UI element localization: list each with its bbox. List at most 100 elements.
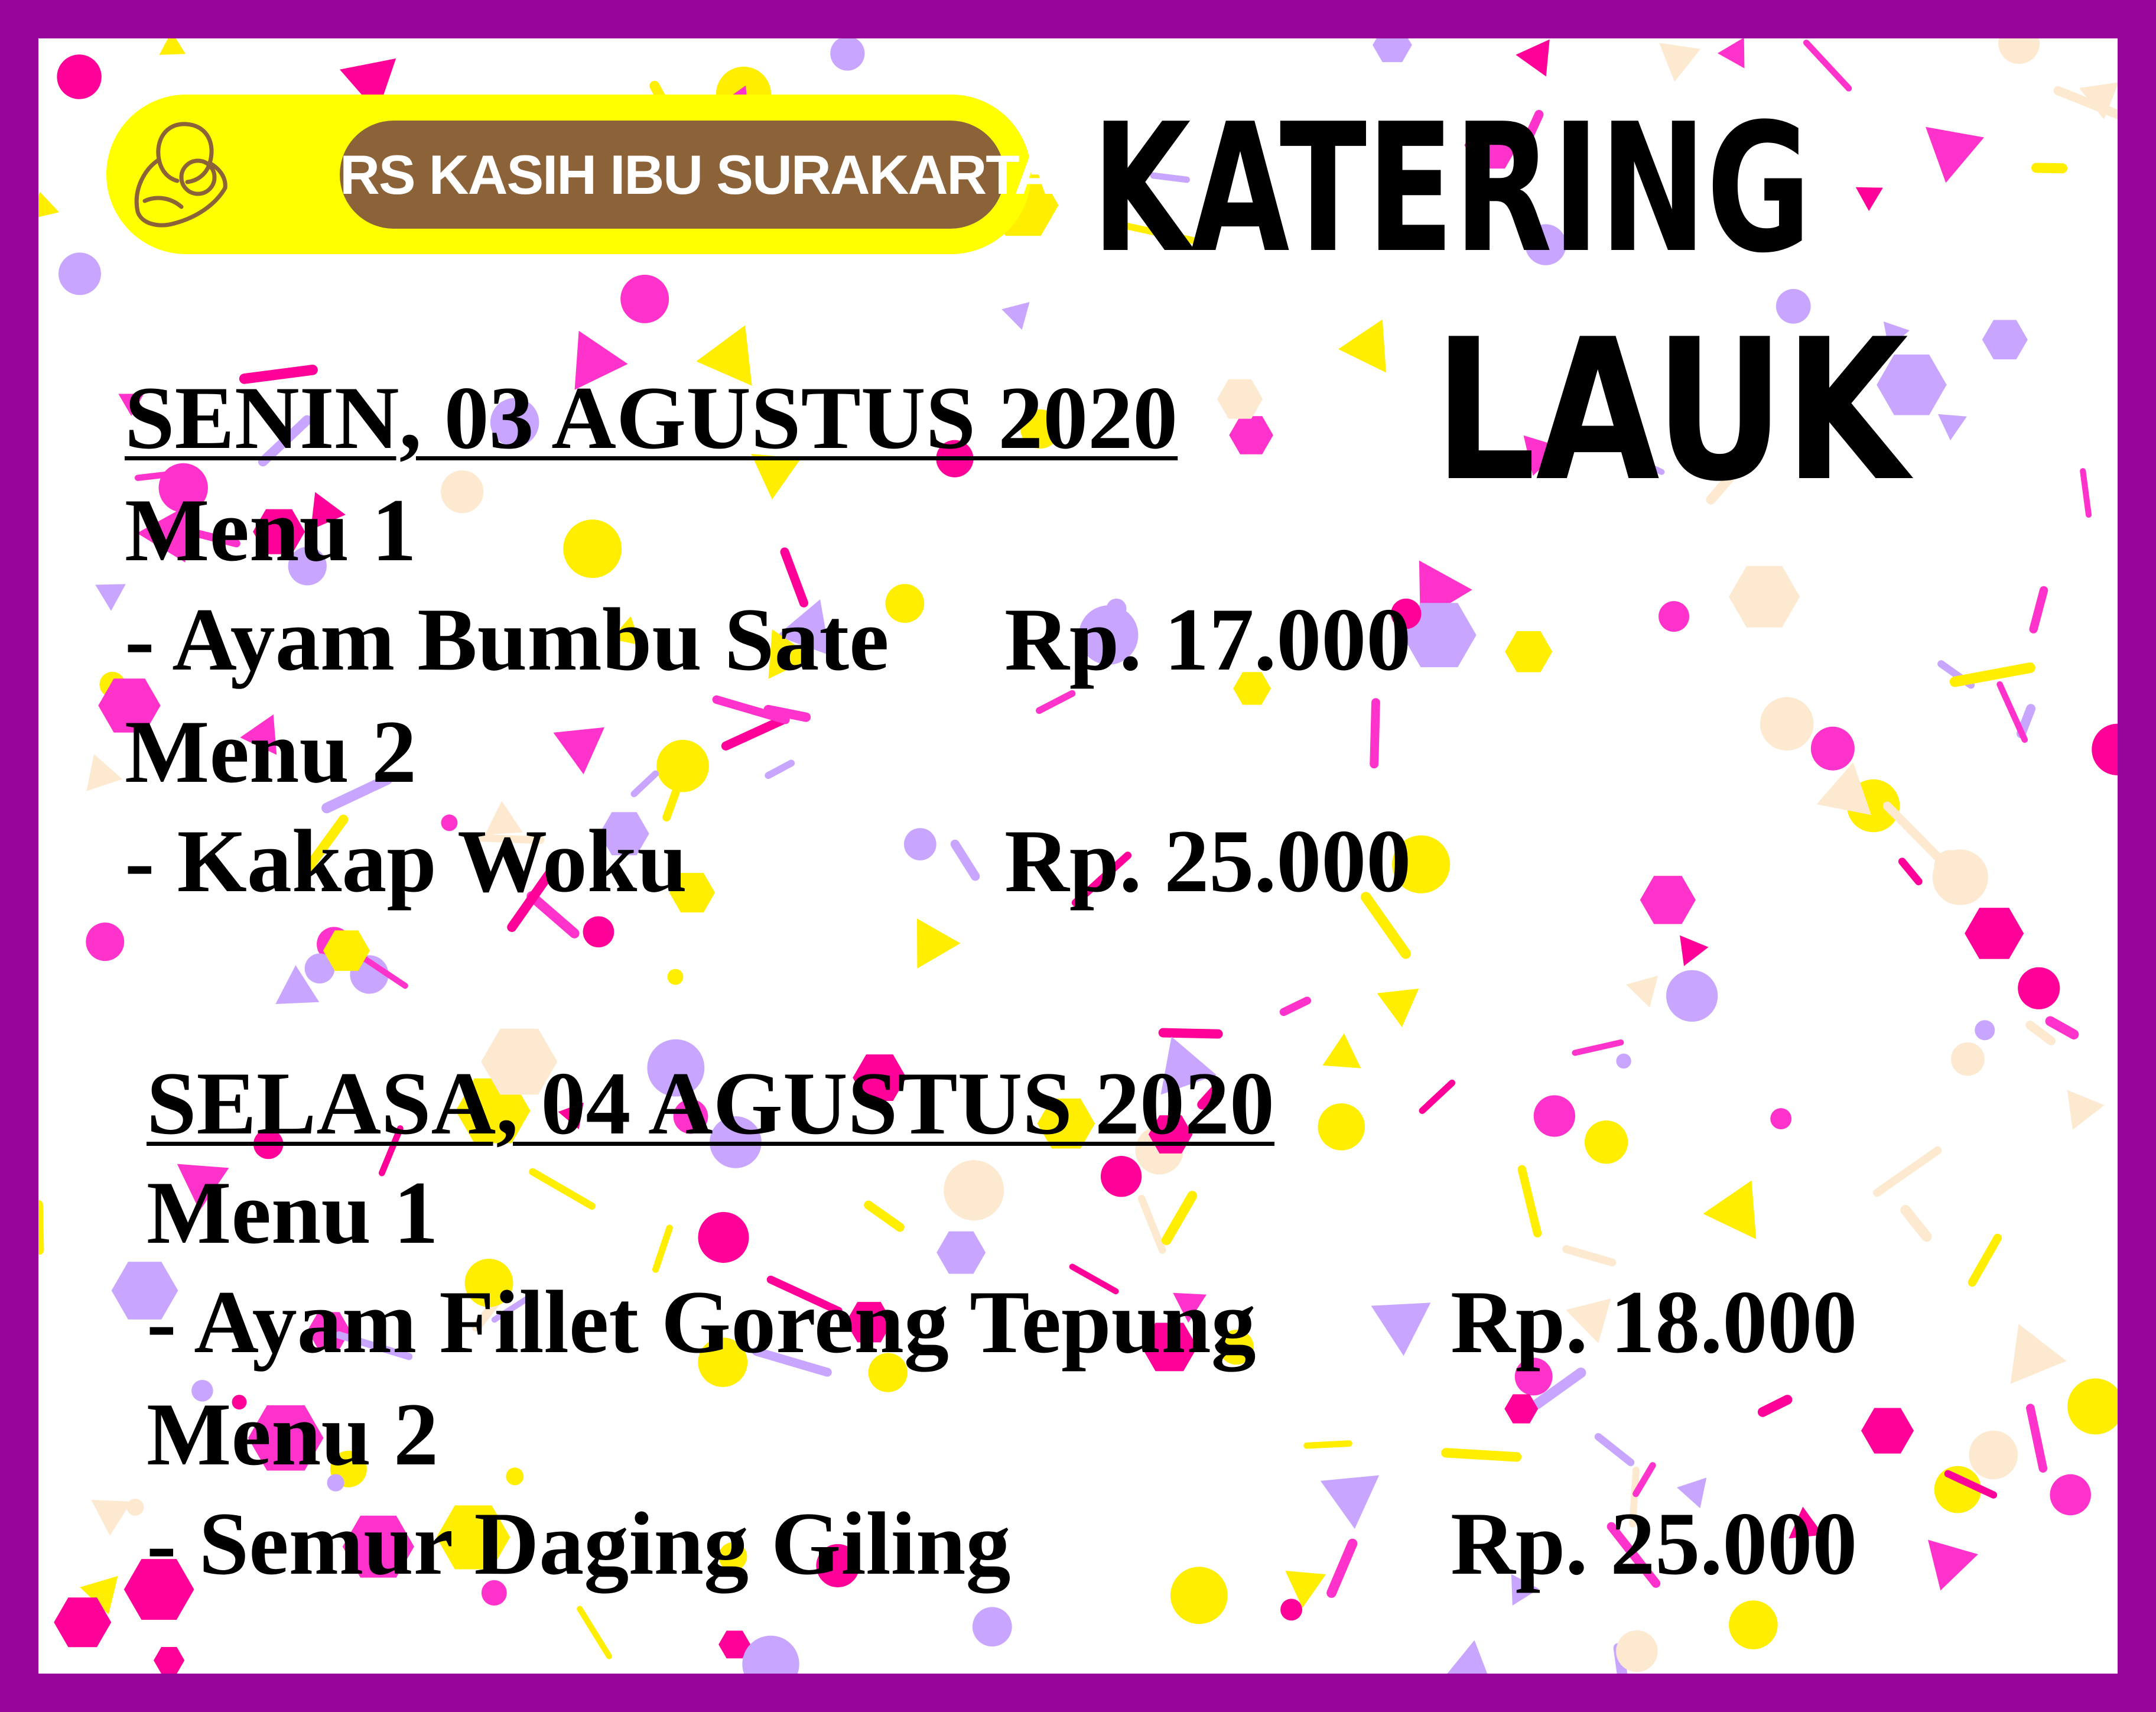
- confetti-hexagon: [1965, 908, 2024, 959]
- menu-price: Rp. 18.000: [1451, 1272, 1858, 1372]
- confetti-dot: [1950, 1042, 1985, 1076]
- confetti-dot: [1666, 970, 1718, 1022]
- confetti-dot: [57, 54, 102, 99]
- confetti-stick: [1036, 690, 1076, 714]
- day-heading-selasa: SELASA, 04 AGUSTUS 2020: [147, 1054, 1274, 1153]
- confetti-hexagon: [1505, 631, 1553, 673]
- poster-border: RS KASIH IBU SURAKARTA KATERING LAUK SEN…: [0, 0, 2156, 1712]
- confetti-triangle: [1001, 301, 1030, 330]
- confetti-dot: [440, 470, 484, 514]
- confetti-stick: [765, 759, 795, 779]
- confetti-triangle: [1377, 988, 1419, 1028]
- confetti-triangle: [1928, 1539, 1978, 1591]
- confetti-dot: [1998, 38, 2040, 64]
- confetti-triangle: [95, 584, 126, 611]
- confetti-triangle: [2067, 1090, 2105, 1130]
- mother-child-icon: [134, 122, 227, 228]
- confetti-hexagon: [1229, 416, 1273, 454]
- confetti-triangle: [1320, 1475, 1380, 1529]
- confetti-dot: [2092, 723, 2118, 775]
- confetti-stick: [1137, 1194, 1166, 1254]
- confetti-dot: [1969, 1430, 2018, 1480]
- confetti-stick: [2080, 468, 2092, 518]
- confetti-stick: [1161, 1191, 1198, 1245]
- confetti-stick: [1441, 1448, 1522, 1462]
- confetti-stick: [2045, 1016, 2079, 1039]
- confetti-triangle: [1659, 43, 1701, 82]
- confetti-triangle: [1516, 39, 1550, 77]
- confetti-stick: [652, 1224, 673, 1273]
- menu-price: Rp. 25.000: [1004, 811, 1412, 911]
- confetti-dot: [1100, 1156, 1142, 1197]
- confetti-stick: [577, 1606, 612, 1659]
- confetti-triangle: [1680, 935, 1709, 966]
- confetti-stick: [1370, 698, 1380, 769]
- confetti-dot: [126, 1498, 144, 1516]
- confetti-triangle: [916, 918, 961, 969]
- confetti-hexagon: [1982, 320, 2028, 360]
- confetti-triangle: [1855, 187, 1883, 212]
- menu-label: Menu 1: [125, 480, 417, 580]
- confetti-dot: [885, 584, 925, 623]
- confetti-dot: [1729, 1600, 1778, 1649]
- menu-item: - Kakap Woku: [125, 811, 687, 911]
- confetti-stick: [1594, 1432, 1635, 1467]
- confetti-triangle: [2010, 1324, 2067, 1384]
- menu-label: Menu 2: [125, 702, 417, 801]
- confetti-dot: [830, 38, 865, 71]
- confetti-stick: [1517, 1165, 1542, 1237]
- confetti-stick: [2029, 586, 2048, 634]
- confetti-dot: [1533, 1095, 1576, 1137]
- confetti-hexagon: [1640, 876, 1696, 924]
- menu-label: Menu 1: [147, 1163, 438, 1262]
- menu-price: Rp. 17.000: [1004, 590, 1412, 689]
- confetti-stick: [1873, 1146, 1942, 1197]
- confetti-triangle: [1447, 1640, 1488, 1674]
- confetti-stick: [864, 1200, 905, 1232]
- confetti-triangle: [1717, 38, 1745, 69]
- confetti-dot: [1170, 1567, 1228, 1625]
- confetti-stick: [1949, 662, 2035, 687]
- confetti-dot: [667, 969, 684, 985]
- confetti-dot: [1770, 1108, 1792, 1130]
- confetti-dot: [1318, 1103, 1365, 1151]
- confetti-stick: [950, 839, 980, 881]
- menu-item: - Ayam Fillet Goreng Tepung: [147, 1272, 1256, 1372]
- title-lauk: LAUK: [1434, 297, 1908, 524]
- confetti-dot: [972, 1607, 1012, 1647]
- confetti-dot: [563, 519, 622, 579]
- confetti-stick: [1900, 1205, 1932, 1242]
- confetti-dot: [58, 252, 101, 295]
- confetti-stick: [1279, 996, 1312, 1016]
- confetti-triangle: [1926, 126, 1985, 183]
- hospital-logo: RS KASIH IBU SURAKARTA: [106, 95, 1055, 254]
- confetti-stick: [1562, 1245, 1617, 1266]
- confetti-dot: [656, 739, 709, 792]
- confetti-hexagon: [1373, 38, 1412, 63]
- confetti-dot: [903, 828, 936, 860]
- confetti-triangle: [1322, 1033, 1361, 1068]
- confetti-stick: [1898, 857, 1923, 886]
- title-katering: KATERING: [1092, 86, 1812, 292]
- confetti-dot: [1616, 1053, 1631, 1069]
- confetti-hexagon: [1729, 566, 1800, 628]
- confetti-dot: [506, 1467, 524, 1486]
- confetti-triangle: [86, 753, 123, 791]
- confetti-dot: [1975, 1020, 1995, 1041]
- confetti-dot: [620, 274, 669, 323]
- confetti-dot: [1280, 1599, 1303, 1621]
- confetti-dot: [1584, 1120, 1628, 1164]
- hospital-name: RS KASIH IBU SURAKARTA: [340, 121, 1055, 229]
- confetti-dot: [1810, 726, 1855, 771]
- menu-item: - Semur Daging Giling: [147, 1494, 1011, 1593]
- confetti-stick: [2025, 1021, 2056, 1045]
- confetti-dot: [86, 922, 125, 961]
- confetti-dot: [2050, 1474, 2091, 1516]
- confetti-stick: [2026, 1404, 2048, 1473]
- confetti-triangle: [38, 191, 60, 217]
- confetti-stick: [1882, 801, 1943, 862]
- confetti-stick: [1303, 1440, 1352, 1449]
- confetti-dot: [1932, 849, 1988, 905]
- confetti-dot: [742, 1635, 799, 1674]
- day-heading-senin: SENIN, 03 AGUSTUS 2020: [125, 368, 1178, 467]
